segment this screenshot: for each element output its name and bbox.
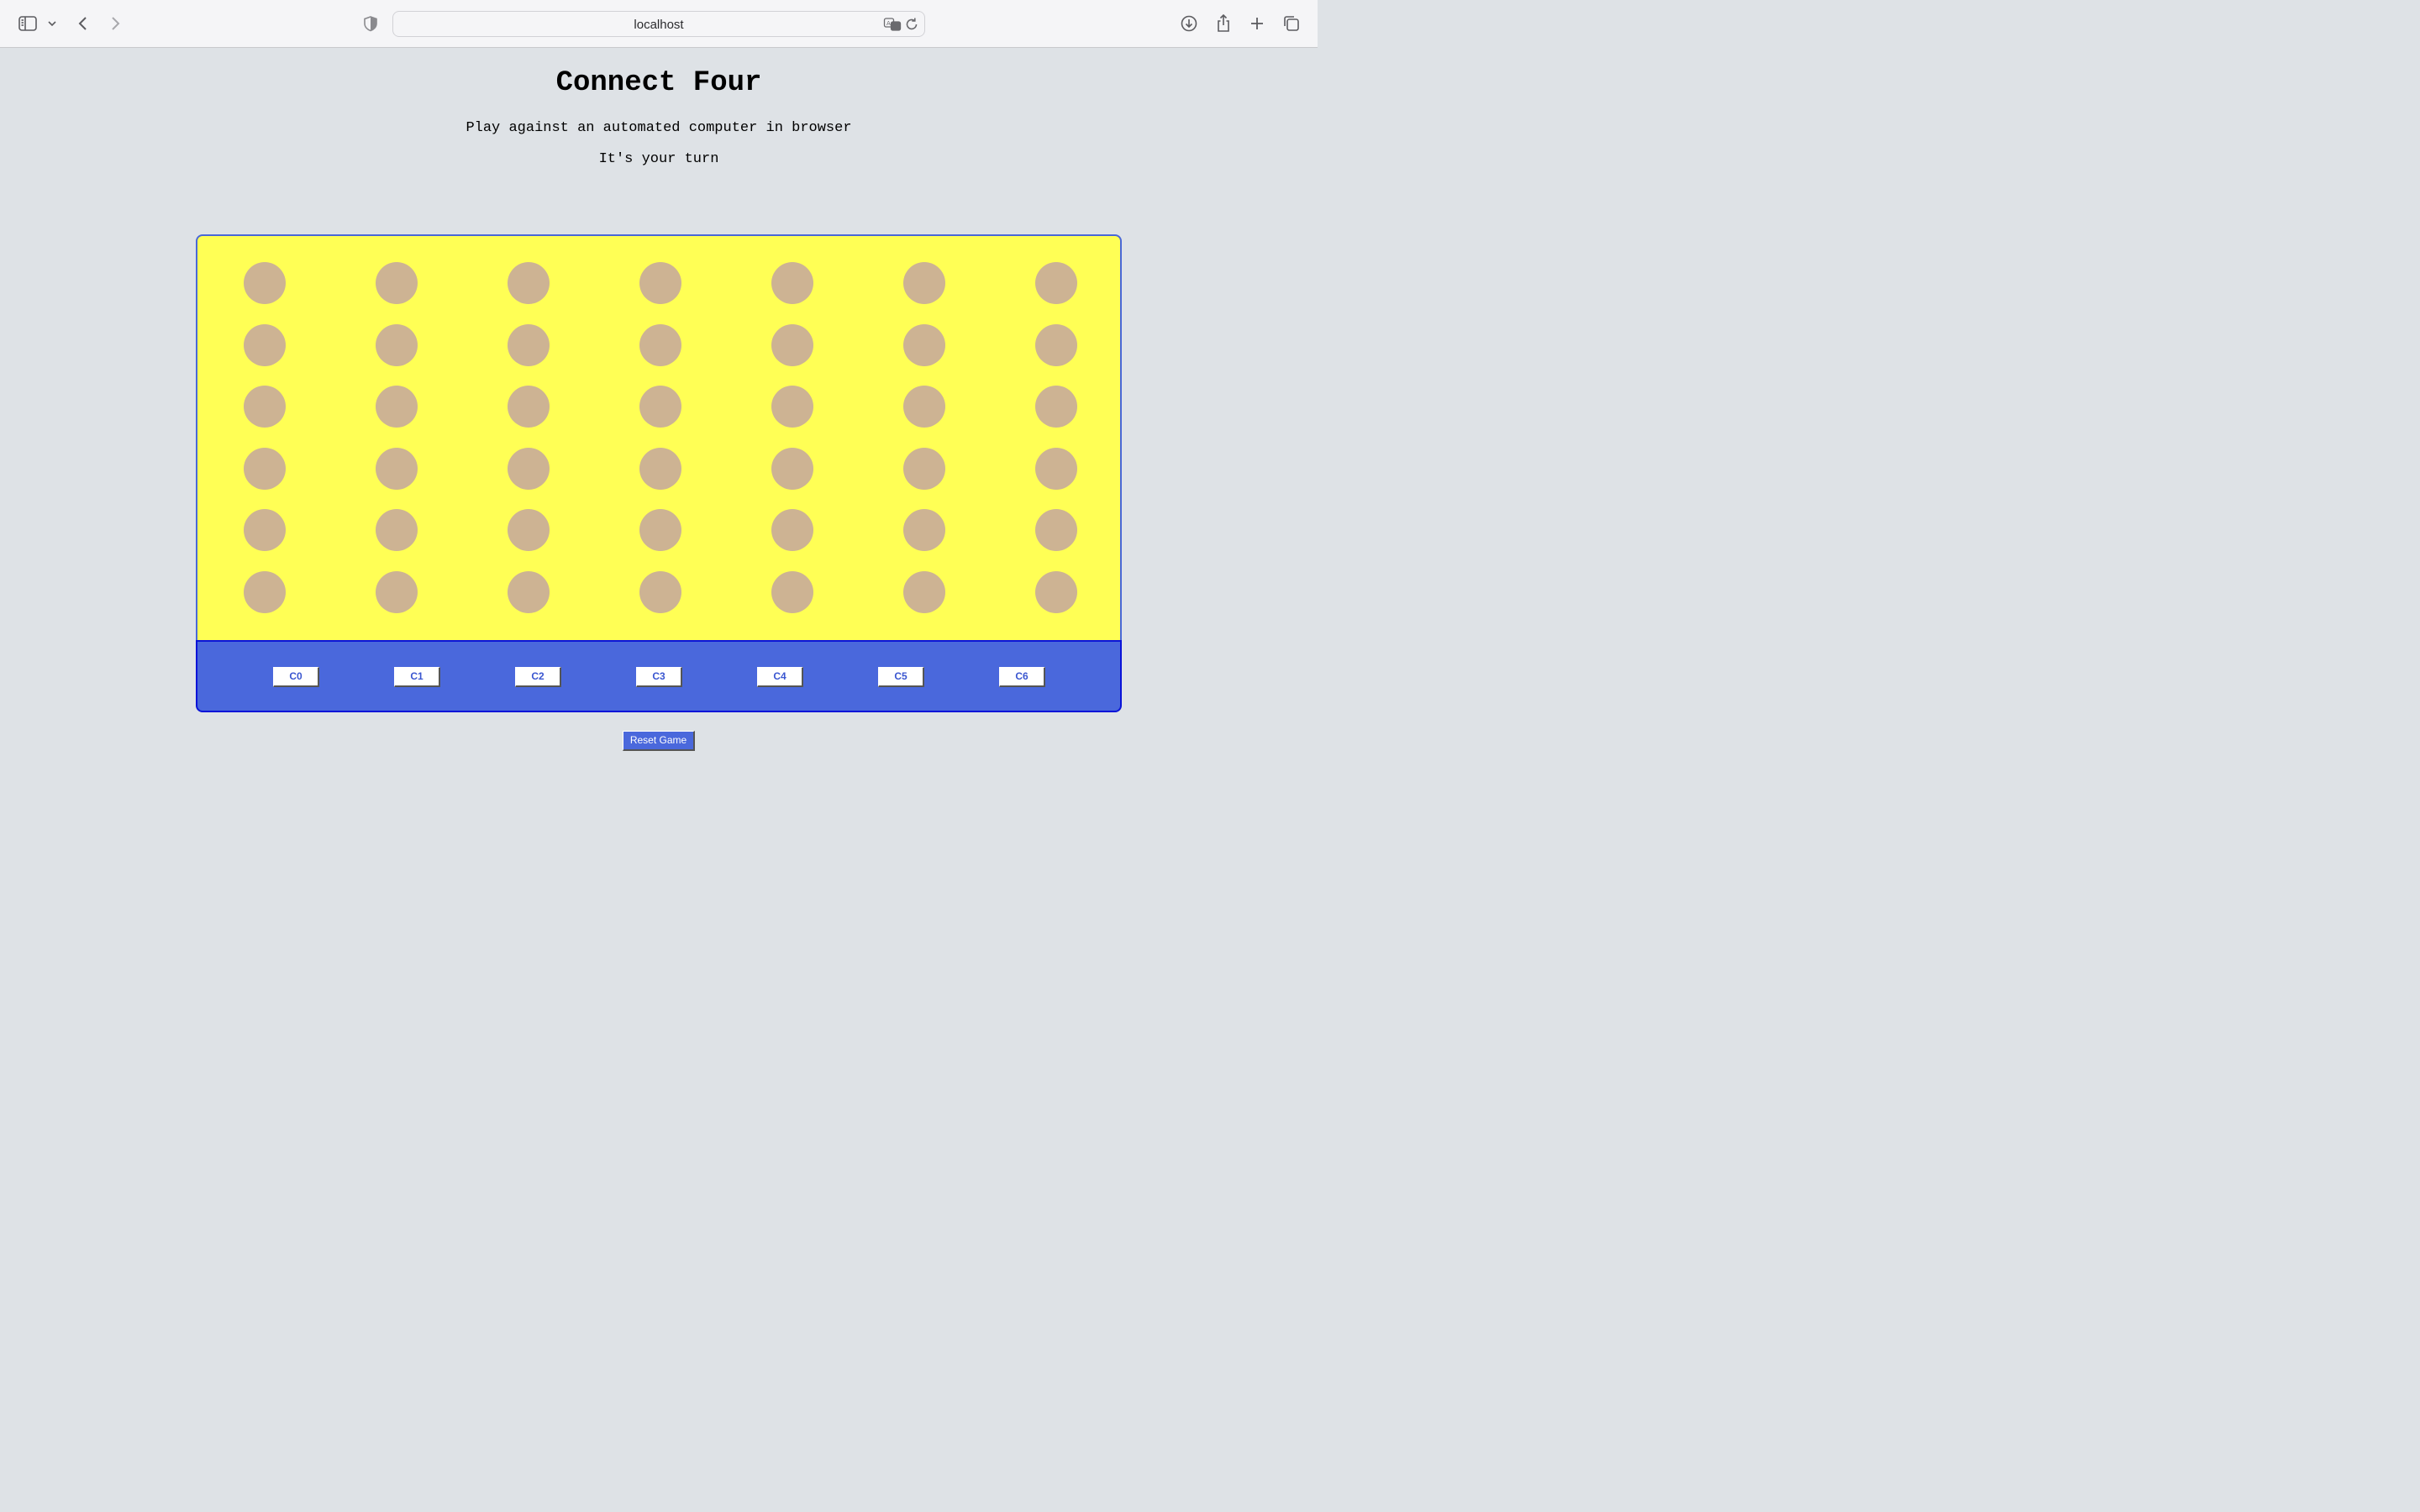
column-button-c5[interactable]: C5	[878, 667, 924, 687]
tab-overview-icon[interactable]	[1280, 12, 1303, 35]
board-slot	[903, 262, 945, 304]
board-slot	[771, 448, 813, 490]
shield-icon[interactable]	[359, 12, 382, 35]
board-slot	[244, 262, 286, 304]
board-slot	[639, 509, 681, 551]
translate-icon[interactable]: A	[883, 16, 902, 33]
url-text[interactable]: localhost	[393, 18, 924, 32]
back-arrow-icon[interactable]	[71, 12, 95, 35]
board-slot	[639, 324, 681, 366]
board-slot	[1035, 448, 1077, 490]
board-slot	[771, 324, 813, 366]
board-slot	[639, 571, 681, 613]
board-slot	[903, 386, 945, 428]
board-slot	[1035, 571, 1077, 613]
column-button-c4[interactable]: C4	[757, 667, 803, 687]
board-slot	[903, 324, 945, 366]
board-slot	[508, 324, 550, 366]
board-slot	[508, 509, 550, 551]
board-slot	[244, 324, 286, 366]
download-icon[interactable]	[1177, 12, 1201, 35]
page-subtitle: Play against an automated computer in br…	[466, 120, 852, 136]
board-slot	[508, 448, 550, 490]
turn-status: It's your turn	[598, 151, 719, 167]
page-title: Connect Four	[555, 67, 762, 99]
board-slot	[508, 571, 550, 613]
board-slot	[903, 448, 945, 490]
chevron-down-icon[interactable]	[42, 12, 62, 35]
address-bar[interactable]: localhost A	[392, 11, 925, 37]
share-icon[interactable]	[1212, 12, 1235, 35]
column-button-c1[interactable]: C1	[394, 667, 440, 687]
column-controls: C0 C1 C2 C3 C4 C5 C6	[196, 640, 1122, 712]
board-slot	[244, 571, 286, 613]
column-button-c6[interactable]: C6	[999, 667, 1045, 687]
board-slot	[639, 448, 681, 490]
forward-arrow-icon[interactable]	[103, 12, 127, 35]
board-slot	[1035, 509, 1077, 551]
board-slot	[1035, 324, 1077, 366]
board-slot	[508, 262, 550, 304]
board-slot	[1035, 386, 1077, 428]
board-slot	[639, 386, 681, 428]
board-slot	[771, 509, 813, 551]
board-slot	[771, 386, 813, 428]
plus-icon[interactable]	[1245, 12, 1269, 35]
board-slot	[508, 386, 550, 428]
game-board	[196, 234, 1122, 641]
board-slot	[376, 509, 418, 551]
column-button-c0[interactable]: C0	[273, 667, 319, 687]
board-slot	[1035, 262, 1077, 304]
browser-toolbar: localhost A	[0, 0, 1318, 48]
reload-icon[interactable]	[903, 16, 920, 33]
board-slot	[376, 386, 418, 428]
board-slot	[903, 509, 945, 551]
column-button-c3[interactable]: C3	[636, 667, 682, 687]
column-button-c2[interactable]: C2	[515, 667, 561, 687]
board-slot	[771, 571, 813, 613]
board-slot	[376, 262, 418, 304]
board-slot	[244, 386, 286, 428]
sidebar-toggle-icon[interactable]	[16, 12, 39, 35]
reset-game-button[interactable]: Reset Game	[623, 731, 695, 751]
board-slot	[376, 571, 418, 613]
board-slot	[244, 509, 286, 551]
board-slot	[771, 262, 813, 304]
board-slot	[639, 262, 681, 304]
board-slot	[244, 448, 286, 490]
board-slot	[376, 448, 418, 490]
board-slot	[376, 324, 418, 366]
board-slot	[903, 571, 945, 613]
svg-text:A: A	[886, 20, 891, 27]
